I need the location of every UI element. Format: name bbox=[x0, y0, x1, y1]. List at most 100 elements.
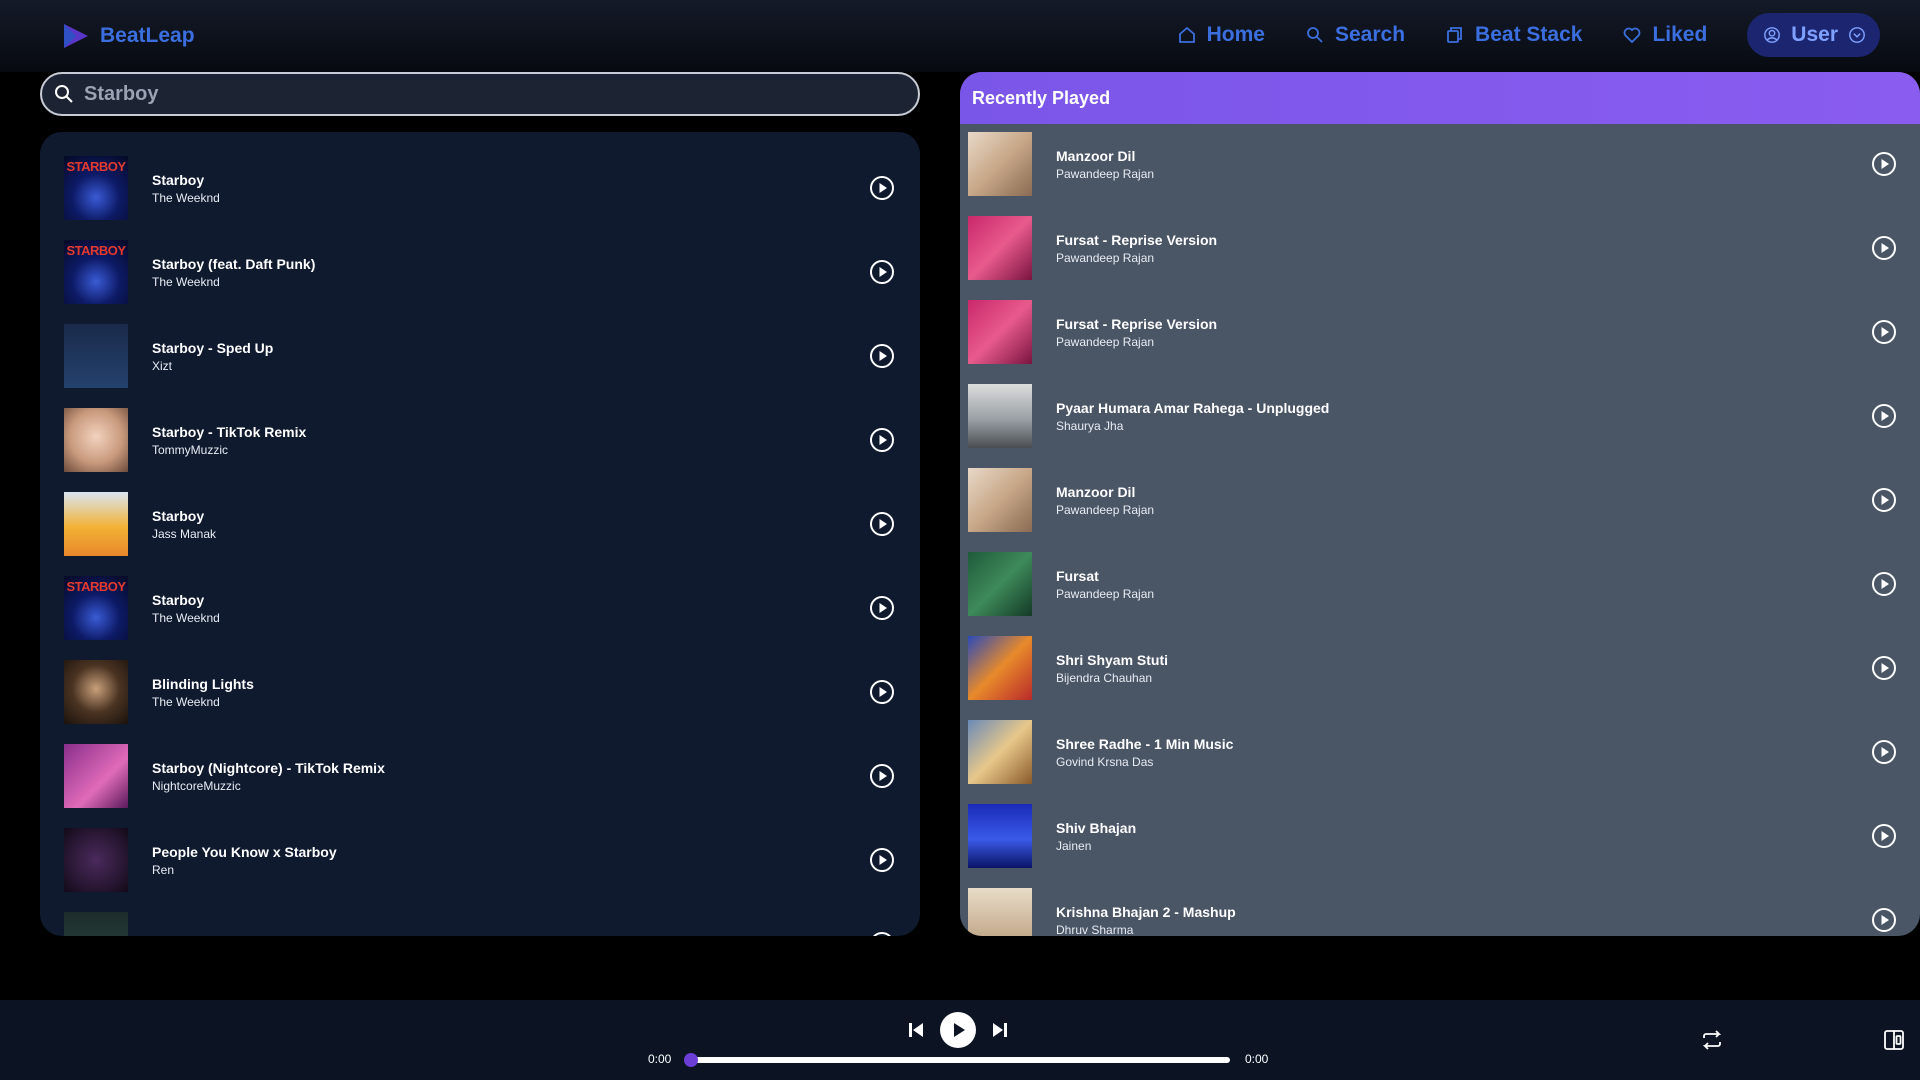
app-header: BeatLeap Home Search Beat Stack Liked Us… bbox=[0, 0, 1920, 72]
recent-track-row[interactable]: Krishna Bhajan 2 - Mashup Dhruv Sharma bbox=[968, 888, 1908, 936]
play-pause-button[interactable] bbox=[940, 1012, 976, 1048]
track-title: Pyaar Humara Amar Rahega - Unplugged bbox=[1056, 399, 1330, 416]
cover-art-lettering: STARBOY bbox=[66, 579, 126, 594]
play-circle-icon bbox=[873, 932, 891, 936]
track-title: Shree Radhe - 1 Min Music bbox=[1056, 735, 1234, 752]
track-meta: Krishna Bhajan 2 - Mashup Dhruv Sharma bbox=[1056, 904, 1236, 937]
play-track-button[interactable] bbox=[1870, 234, 1898, 262]
search-input[interactable] bbox=[84, 82, 864, 106]
search-result-row[interactable]: People You Know x Starboy Ren bbox=[64, 828, 896, 892]
recent-track-row[interactable]: Manzoor Dil Pawandeep Rajan bbox=[968, 468, 1908, 532]
search-result-row[interactable]: Starboy (Nightcore) - TikTok Remix Nightc… bbox=[64, 744, 896, 808]
app-logo[interactable]: BeatLeap bbox=[62, 22, 195, 50]
play-circle-icon bbox=[870, 344, 894, 368]
search-result-row[interactable]: Starboy - Sped Up Xizt bbox=[64, 324, 896, 388]
app-name: BeatLeap bbox=[100, 24, 195, 47]
search-result-row[interactable]: STARBOY Starboy (feat. Daft Punk) The Week… bbox=[64, 240, 896, 304]
nav-liked[interactable]: Liked bbox=[1622, 23, 1707, 47]
play-track-button[interactable] bbox=[868, 678, 896, 706]
search-result-row[interactable]: STARBOY Starboy The Weeknd bbox=[64, 156, 896, 220]
progress-bar[interactable] bbox=[684, 1053, 1230, 1067]
search-result-row[interactable]: Starboy - TikTok Remix TommyMuzzic bbox=[64, 408, 896, 472]
recent-track-row[interactable]: Shri Shyam Stuti Bijendra Chauhan bbox=[968, 636, 1908, 700]
recent-track-row[interactable]: Manzoor Dil Pawandeep Rajan bbox=[968, 132, 1908, 196]
track-meta: Shri Shyam Stuti Bijendra Chauhan bbox=[1056, 652, 1168, 685]
recent-track-row[interactable]: Fursat - Reprise Version Pawandeep Rajan bbox=[968, 300, 1908, 364]
recent-track-row[interactable]: Shiv Bhajan Jainen bbox=[968, 804, 1908, 868]
play-circle-icon bbox=[1872, 236, 1896, 260]
logo-icon bbox=[64, 24, 88, 48]
play-track-button[interactable] bbox=[868, 258, 896, 286]
play-icon bbox=[954, 1023, 965, 1037]
user-menu-button[interactable]: User bbox=[1747, 13, 1880, 57]
skip-next-icon bbox=[993, 1023, 1007, 1037]
play-track-button[interactable] bbox=[868, 174, 896, 202]
track-artist: Bijendra Chauhan bbox=[1056, 670, 1153, 685]
play-circle-icon bbox=[1872, 908, 1896, 932]
album-cover bbox=[968, 216, 1032, 280]
track-meta: Fursat Pawandeep Rajan bbox=[1056, 568, 1154, 601]
progress-knob[interactable] bbox=[684, 1053, 698, 1067]
search-result-row[interactable]: STARBOY Starboy The Weeknd bbox=[64, 576, 896, 640]
play-track-button[interactable] bbox=[868, 510, 896, 538]
play-track-button[interactable] bbox=[1870, 486, 1898, 514]
search-result-row[interactable]: Blinding Lights The Weeknd bbox=[64, 660, 896, 724]
track-artist: Jainen bbox=[1056, 838, 1092, 853]
stack-icon bbox=[1447, 27, 1462, 43]
play-circle-icon bbox=[1872, 152, 1896, 176]
track-meta: Fursat - Reprise Version Pawandeep Rajan bbox=[1056, 232, 1217, 265]
search-result-row[interactable]: Starboy Jass Manak bbox=[64, 492, 896, 556]
track-meta: Starboy - Sped Up Xizt bbox=[152, 340, 273, 373]
track-artist: The Weeknd bbox=[152, 274, 220, 289]
play-circle-icon bbox=[1872, 488, 1896, 512]
play-track-button[interactable] bbox=[868, 426, 896, 454]
nav-beat-stack[interactable]: Beat Stack bbox=[1445, 23, 1582, 47]
play-track-button[interactable] bbox=[868, 762, 896, 790]
play-track-button[interactable] bbox=[1870, 150, 1898, 178]
recent-track-row[interactable]: Pyaar Humara Amar Rahega - Unplugged Shau… bbox=[968, 384, 1908, 448]
album-cover: STARBOY bbox=[64, 156, 128, 220]
play-circle-icon bbox=[1872, 824, 1896, 848]
nav-home[interactable]: Home bbox=[1177, 23, 1265, 47]
nav-search[interactable]: Search bbox=[1305, 23, 1405, 47]
home-icon bbox=[1178, 26, 1195, 43]
recent-track-row[interactable]: Fursat - Reprise Version Pawandeep Rajan bbox=[968, 216, 1908, 280]
album-cover: STARBOY bbox=[64, 240, 128, 304]
user-label: User bbox=[1791, 23, 1838, 46]
play-track-button[interactable] bbox=[868, 846, 896, 874]
track-artist: Shaurya Jha bbox=[1056, 418, 1124, 433]
play-track-button[interactable] bbox=[1870, 318, 1898, 346]
album-cover bbox=[64, 408, 128, 472]
album-cover bbox=[968, 888, 1032, 936]
nav-beat-stack-label: Beat Stack bbox=[1475, 23, 1583, 46]
search-icon bbox=[1307, 27, 1323, 43]
play-track-button[interactable] bbox=[868, 930, 896, 936]
play-track-button[interactable] bbox=[1870, 906, 1898, 934]
play-track-button[interactable] bbox=[1870, 654, 1898, 682]
play-track-button[interactable] bbox=[1870, 822, 1898, 850]
album-cover: STARBOY bbox=[64, 576, 128, 640]
track-artist: Govind Krsna Das bbox=[1056, 754, 1154, 769]
track-artist: Jass Manak bbox=[152, 526, 217, 541]
track-artist: Pawandeep Rajan bbox=[1056, 586, 1155, 601]
next-button[interactable] bbox=[990, 1020, 1010, 1040]
search-result-row[interactable]: Starboy x Insane Desi - TikTok Remix bbox=[64, 912, 896, 936]
track-title: Fursat - Reprise Version bbox=[1056, 315, 1218, 332]
recent-track-row[interactable]: Fursat Pawandeep Rajan bbox=[968, 552, 1908, 616]
track-meta: Starboy The Weeknd bbox=[152, 592, 220, 625]
playback-controls bbox=[906, 1012, 1010, 1048]
previous-button[interactable] bbox=[906, 1020, 926, 1040]
track-title: Fursat - Reprise Version bbox=[1056, 231, 1218, 248]
play-track-button[interactable] bbox=[1870, 570, 1898, 598]
recent-track-row[interactable]: Shree Radhe - 1 Min Music Govind Krsna Da… bbox=[968, 720, 1908, 784]
play-track-button[interactable] bbox=[868, 594, 896, 622]
play-circle-icon bbox=[870, 764, 894, 788]
play-track-button[interactable] bbox=[868, 342, 896, 370]
repeat-button[interactable] bbox=[1700, 1028, 1724, 1052]
track-meta: Starboy The Weeknd bbox=[152, 172, 220, 205]
search-bar[interactable] bbox=[40, 72, 920, 116]
play-track-button[interactable] bbox=[1870, 402, 1898, 430]
track-title: Krishna Bhajan 2 - Mashup bbox=[1056, 903, 1236, 920]
play-track-button[interactable] bbox=[1870, 738, 1898, 766]
queue-button[interactable] bbox=[1882, 1028, 1906, 1052]
